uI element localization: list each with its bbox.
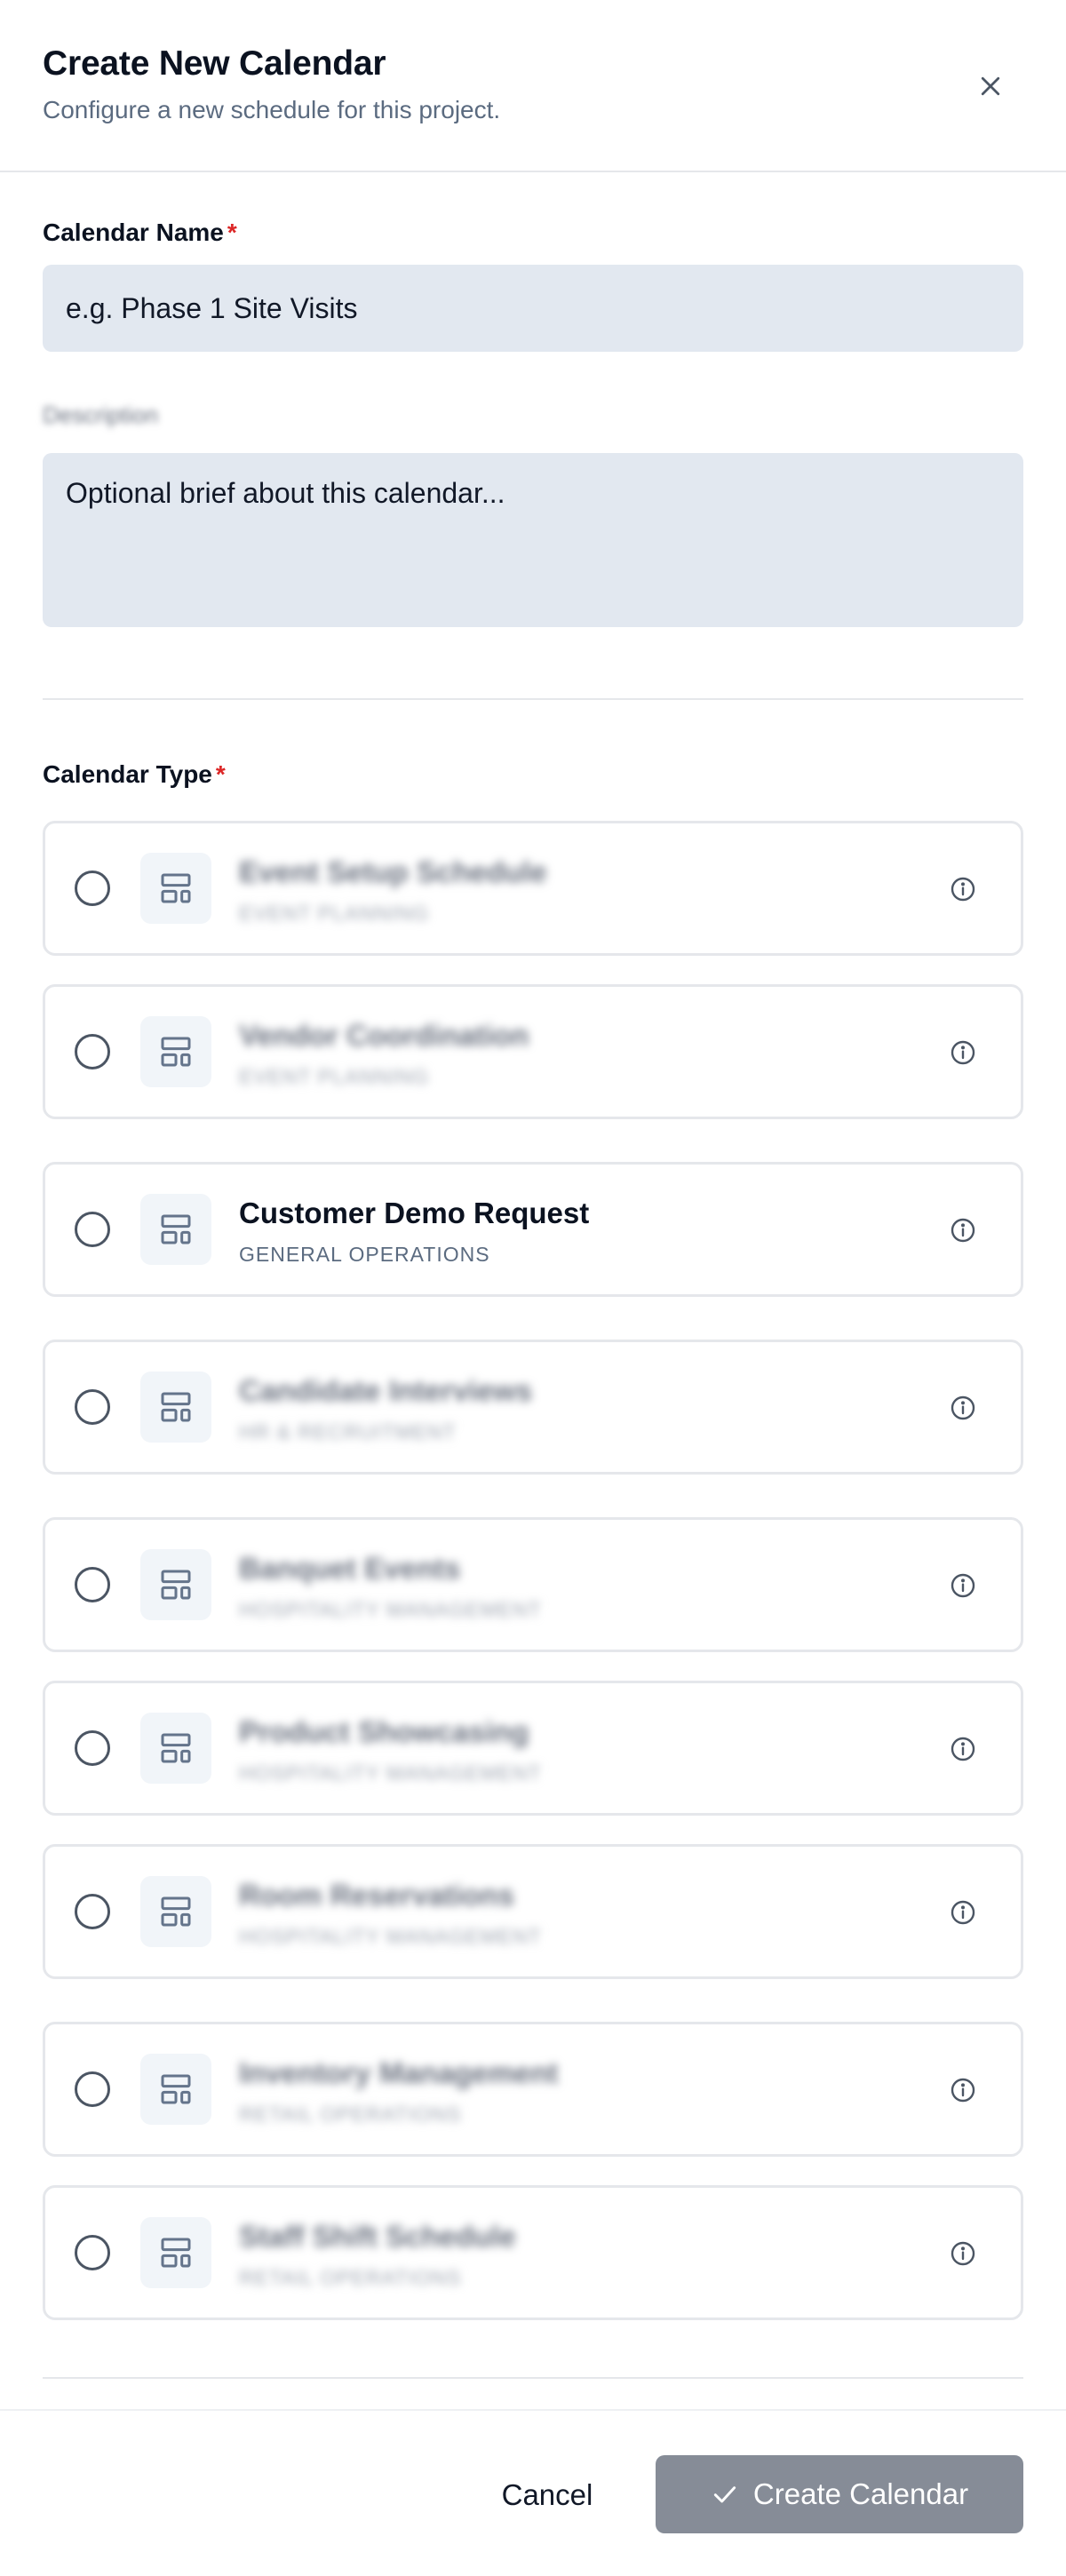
radio-button[interactable] bbox=[75, 1567, 110, 1602]
calendar-name-placeholder: e.g. Phase 1 Site Visits bbox=[66, 292, 358, 324]
calendar-type-category: RETAIL OPERATIONS bbox=[239, 2266, 462, 2289]
radio-button[interactable] bbox=[75, 1212, 110, 1247]
close-button[interactable] bbox=[970, 66, 1011, 107]
calendar-type-category: GENERAL OPERATIONS bbox=[239, 1243, 490, 1266]
modal-header: Create New Calendar Configure a new sche… bbox=[0, 0, 1066, 172]
calendar-type-category: HOSPITALITY MANAGEMENT bbox=[239, 1761, 542, 1785]
calendar-type-title: Room Reservations bbox=[239, 1879, 514, 1912]
calendar-type-option[interactable]: Candidate Interviews HR & RECRUITMENT bbox=[43, 1340, 1023, 1475]
radio-button[interactable] bbox=[75, 2071, 110, 2107]
required-mark: * bbox=[227, 219, 237, 246]
info-icon[interactable] bbox=[947, 2238, 979, 2270]
close-icon bbox=[981, 76, 1000, 96]
calendar-type-title: Product Showcasing bbox=[239, 1715, 529, 1748]
required-mark: * bbox=[215, 760, 226, 788]
calendar-type-option[interactable]: Inventory Management RETAIL OPERATIONS bbox=[43, 2022, 1023, 2157]
layout-template-icon bbox=[140, 1194, 211, 1265]
info-icon[interactable] bbox=[947, 2074, 979, 2106]
footer-divider bbox=[43, 2377, 1023, 2379]
info-icon[interactable] bbox=[947, 1214, 979, 1246]
description-placeholder: Optional brief about this calendar... bbox=[66, 477, 505, 509]
layout-template-icon bbox=[140, 1713, 211, 1784]
radio-button[interactable] bbox=[75, 2235, 110, 2270]
calendar-type-title: Customer Demo Request bbox=[239, 1197, 590, 1229]
calendar-type-label: Calendar Type * bbox=[43, 760, 226, 789]
modal-title: Create New Calendar bbox=[43, 44, 386, 83]
create-calendar-label: Create Calendar bbox=[752, 2477, 969, 2510]
layout-template-icon bbox=[140, 2217, 211, 2288]
description-label: Description bbox=[43, 402, 159, 428]
calendar-type-label-text: Calendar Type bbox=[43, 760, 212, 788]
layout-template-icon bbox=[140, 1016, 211, 1087]
calendar-type-title: Candidate Interviews bbox=[239, 1374, 533, 1407]
calendar-type-option[interactable]: Room Reservations HOSPITALITY MANAGEMENT bbox=[43, 1844, 1023, 1979]
calendar-type-category: HOSPITALITY MANAGEMENT bbox=[239, 1598, 542, 1621]
calendar-type-category: HR & RECRUITMENT bbox=[239, 1420, 457, 1443]
radio-button[interactable] bbox=[75, 1389, 110, 1425]
calendar-type-title: Banquet Events bbox=[239, 1552, 461, 1585]
info-icon[interactable] bbox=[947, 1570, 979, 1602]
radio-button[interactable] bbox=[75, 1034, 110, 1069]
calendar-type-category: EVENT PLANNING bbox=[239, 902, 430, 925]
radio-button[interactable] bbox=[75, 1730, 110, 1766]
check-icon bbox=[713, 2486, 736, 2503]
calendar-type-title: Staff Shift Schedule bbox=[239, 2220, 516, 2253]
layout-template-icon bbox=[140, 1876, 211, 1947]
info-icon[interactable] bbox=[947, 1733, 979, 1765]
info-icon[interactable] bbox=[947, 1896, 979, 1928]
modal-subtitle: Configure a new schedule for this projec… bbox=[43, 96, 501, 123]
modal-footer: Cancel Create Calendar bbox=[0, 2409, 1066, 2576]
description-textarea[interactable]: Optional brief about this calendar... bbox=[43, 453, 1023, 627]
calendar-type-option[interactable]: Product Showcasing HOSPITALITY MANAGEMEN… bbox=[43, 1681, 1023, 1816]
cancel-button[interactable]: Cancel bbox=[476, 2455, 618, 2535]
section-divider bbox=[43, 698, 1023, 700]
calendar-type-option[interactable]: Vendor Coordination EVENT PLANNING bbox=[43, 984, 1023, 1119]
calendar-type-title: Event Setup Schedule bbox=[239, 855, 547, 888]
layout-template-icon bbox=[140, 1371, 211, 1443]
calendar-type-option[interactable]: Staff Shift Schedule RETAIL OPERATIONS bbox=[43, 2185, 1023, 2320]
info-icon[interactable] bbox=[947, 873, 979, 905]
info-icon[interactable] bbox=[947, 1037, 979, 1069]
layout-template-icon bbox=[140, 853, 211, 924]
calendar-type-option[interactable]: Banquet Events HOSPITALITY MANAGEMENT bbox=[43, 1517, 1023, 1652]
layout-template-icon bbox=[140, 1549, 211, 1620]
calendar-type-option[interactable]: Customer Demo Request GENERAL OPERATIONS bbox=[43, 1162, 1023, 1297]
calendar-type-option[interactable]: Event Setup Schedule EVENT PLANNING bbox=[43, 821, 1023, 956]
radio-button[interactable] bbox=[75, 1894, 110, 1929]
calendar-name-label: Calendar Name * bbox=[43, 219, 237, 247]
layout-template-icon bbox=[140, 2054, 211, 2125]
info-icon[interactable] bbox=[947, 1392, 979, 1424]
radio-button[interactable] bbox=[75, 871, 110, 906]
calendar-type-title: Inventory Management bbox=[239, 2056, 559, 2089]
calendar-type-category: EVENT PLANNING bbox=[239, 1065, 430, 1088]
create-calendar-button[interactable]: Create Calendar bbox=[656, 2455, 1023, 2533]
calendar-name-input[interactable]: e.g. Phase 1 Site Visits bbox=[43, 265, 1023, 352]
calendar-type-category: RETAIL OPERATIONS bbox=[239, 2103, 462, 2126]
calendar-name-label-text: Calendar Name bbox=[43, 219, 224, 246]
calendar-type-category: HOSPITALITY MANAGEMENT bbox=[239, 1925, 542, 1948]
calendar-type-title: Vendor Coordination bbox=[239, 1019, 529, 1052]
